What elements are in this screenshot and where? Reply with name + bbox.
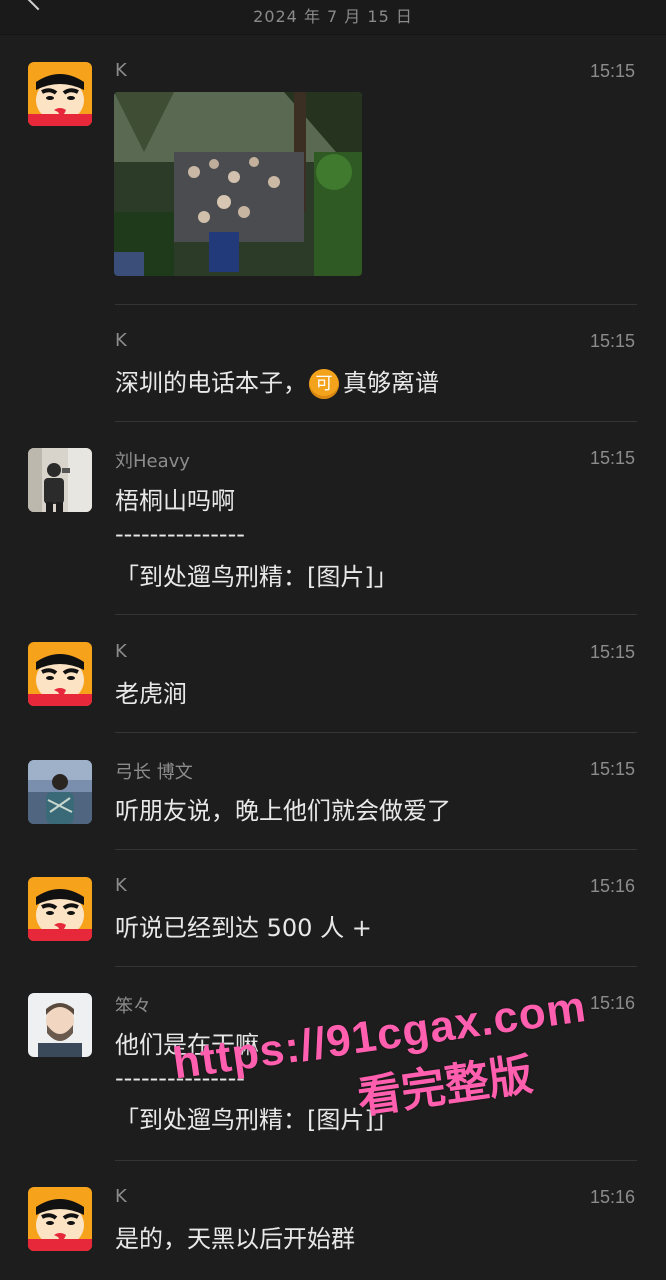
sender-name: K (115, 1186, 127, 1207)
avatar-zhang-bowen[interactable] (28, 760, 92, 824)
message-divider (115, 849, 637, 850)
message-text-part: 真够离谱 (343, 369, 439, 397)
shared-photo[interactable] (114, 92, 362, 276)
quote-separator: --------------- (115, 520, 245, 548)
sender-name: 弓长 博文 (115, 762, 193, 783)
message-text-part: 深圳的电话本子， (115, 369, 307, 397)
ke-emoji-icon: 可 (309, 369, 339, 399)
avatar-k[interactable] (28, 1187, 92, 1251)
avatar-k[interactable] (28, 62, 92, 126)
sender-name: 刘Heavy (115, 451, 190, 472)
sender-name: K (115, 875, 127, 896)
message-text: 是的，天黑以后开始群 (115, 1225, 355, 1253)
message-text: 听朋友说，晚上他们就会做爱了 (115, 797, 451, 825)
sender-name: 笨々 (115, 996, 151, 1017)
message-divider (115, 614, 637, 615)
message-divider (115, 304, 637, 305)
message-divider (115, 1160, 637, 1161)
watermark-overlay: https://91cgax.com 看完整版 (170, 973, 661, 1151)
sender-name: K (115, 641, 127, 662)
message-divider (115, 732, 637, 733)
message-time: 15:16 (589, 876, 635, 896)
message-text: 深圳的电话本子，可真够离谱 (115, 363, 439, 399)
message-time: 15:15 (589, 759, 635, 779)
avatar-k[interactable] (28, 877, 92, 941)
message-divider (115, 966, 637, 967)
message-time: 15:16 (589, 1187, 635, 1207)
message-time: 15:15 (589, 61, 635, 81)
message-time: 15:15 (589, 331, 635, 351)
message-divider (115, 421, 637, 422)
sender-name: K (115, 330, 127, 351)
message-text: 老虎涧 (115, 680, 187, 708)
top-bar: 2024 年 7 月 15 日 (0, 0, 666, 35)
avatar-k[interactable] (28, 642, 92, 706)
quoted-message[interactable]: 「到处遛鸟刑精：[图片]」 (115, 557, 398, 592)
avatar-liu-heavy[interactable] (28, 448, 92, 512)
message-text: 梧桐山吗啊 (115, 487, 235, 515)
message-time: 15:15 (589, 642, 635, 662)
avatar-ben[interactable] (28, 993, 92, 1057)
sender-name: K (115, 60, 127, 81)
history-date-title: 2024 年 7 月 15 日 (253, 7, 413, 26)
message-time: 15:15 (589, 448, 635, 468)
message-text: 听说已经到达 500 人 + (115, 914, 372, 942)
